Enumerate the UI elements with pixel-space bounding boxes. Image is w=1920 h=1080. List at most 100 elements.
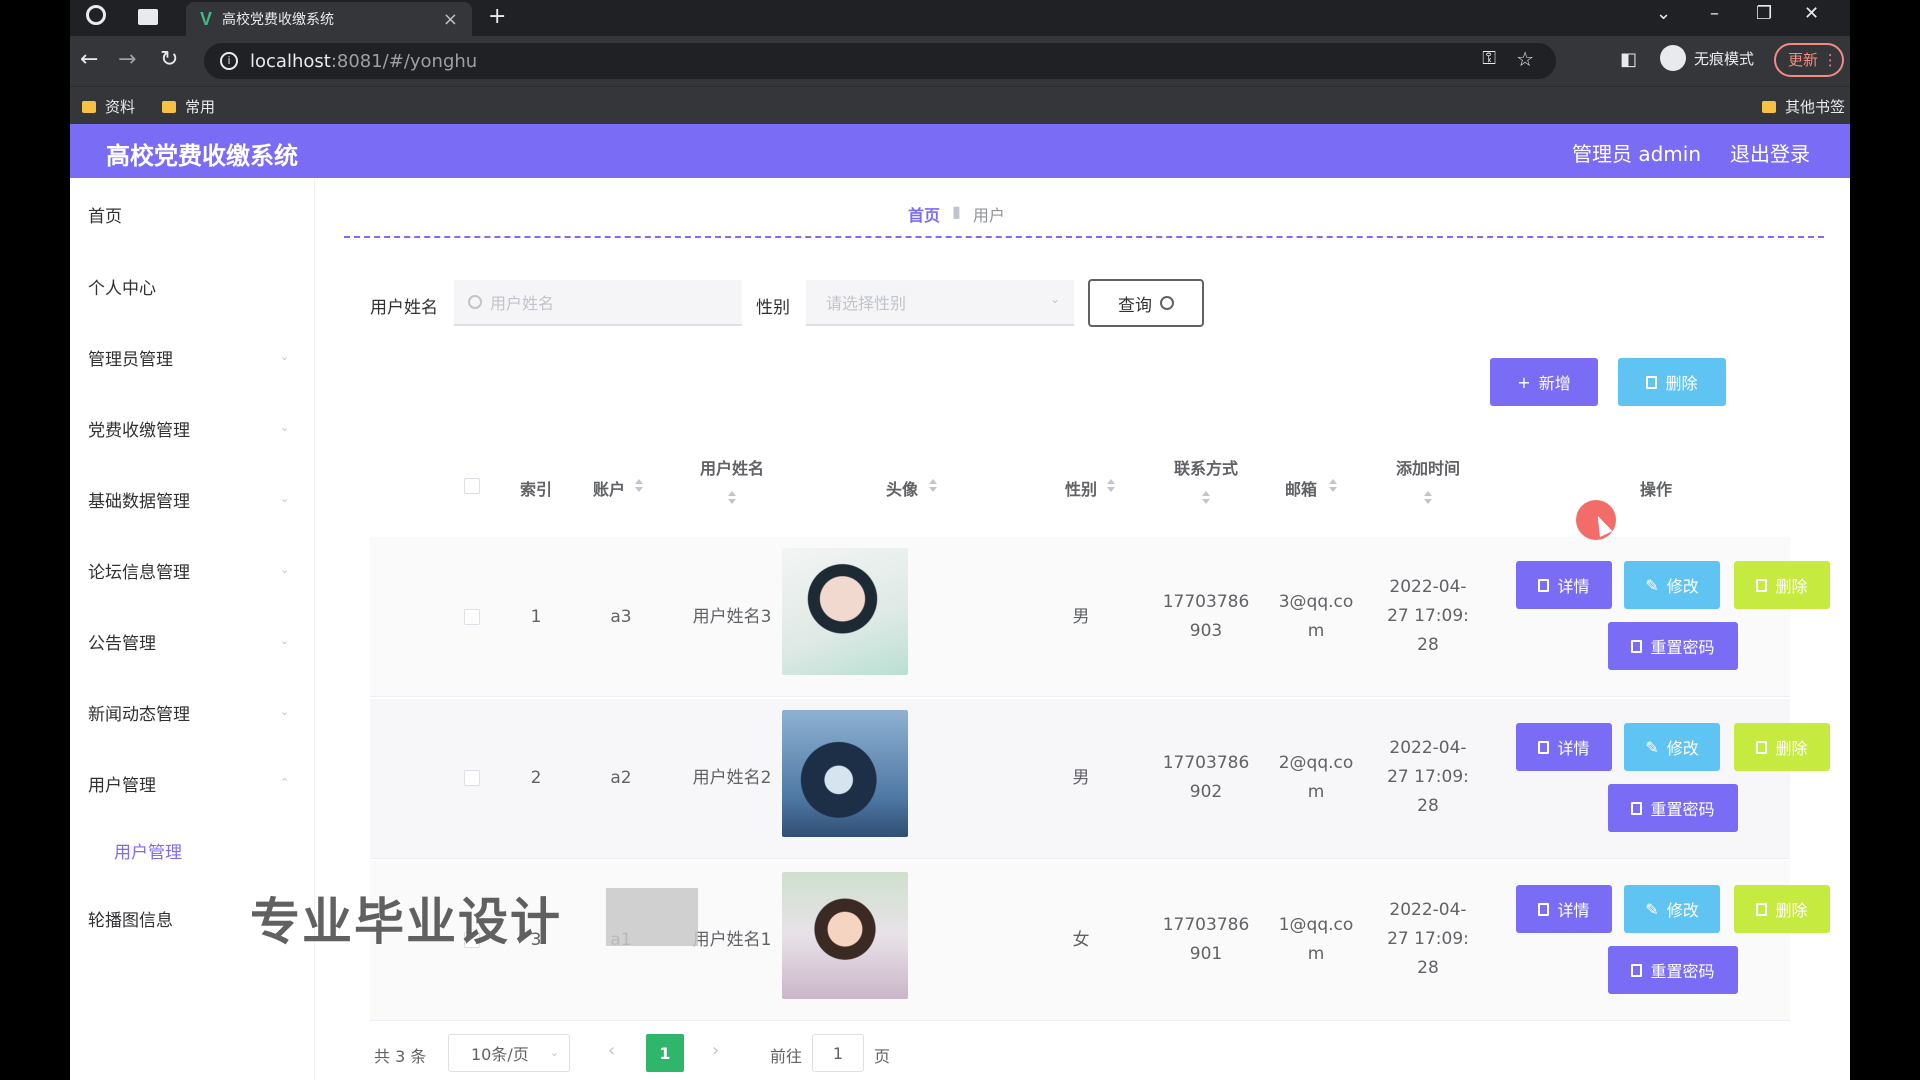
phone-line: 17703786 [1162, 753, 1250, 773]
sidebar-item-news[interactable]: 新闻动态管理 [88, 700, 190, 725]
incognito-indicator[interactable]: 无痕模式 [1660, 45, 1754, 71]
restore-icon[interactable]: ❐ [1756, 3, 1772, 24]
sidebar-item-dues[interactable]: 党费收缴管理 [88, 416, 190, 441]
sidebar-item-home[interactable]: 首页 [88, 202, 122, 227]
bookmark-star-icon[interactable]: ☆ [1516, 47, 1534, 71]
cell-added-time: 2022-04- 27 17:09: 28 [1378, 573, 1478, 660]
bookmarks-bar: 资料 常用 其他书签 [70, 86, 1850, 124]
browser-tab-active[interactable]: V 高校党费收缴系统 × [186, 2, 472, 36]
breadcrumb-separator-icon: ▮ [952, 202, 961, 221]
side-panel-icon[interactable]: ◧ [1620, 49, 1637, 70]
reset-password-button[interactable]: 重置密码 [1608, 622, 1738, 670]
breadcrumb-home[interactable]: 首页 [908, 202, 940, 226]
tab-search-icon[interactable] [138, 9, 158, 25]
detail-button[interactable]: 详情 [1516, 723, 1612, 771]
reset-password-button[interactable]: 重置密码 [1608, 784, 1738, 832]
gender-select[interactable]: 请选择性别 ⌄ [806, 280, 1074, 326]
detail-label: 详情 [1557, 901, 1590, 920]
sort-icon[interactable] [1423, 491, 1433, 505]
edit-button[interactable]: ✎ 修改 [1624, 885, 1720, 933]
back-icon[interactable]: ← [80, 47, 98, 72]
tab-list-chevron-icon[interactable]: ⌄ [1656, 3, 1671, 24]
page-size-select[interactable]: 10条/页 ⌄ [448, 1034, 570, 1072]
site-info-icon[interactable]: i [220, 52, 238, 70]
sidebar-item-notices[interactable]: 公告管理 [88, 629, 156, 654]
sort-icon[interactable] [1201, 491, 1211, 505]
sidebar-item-carousel[interactable]: 轮播图信息 [88, 906, 173, 931]
url-field[interactable]: i localhost:8081/#/yonghu ⚿ ☆ [204, 43, 1556, 79]
sort-icon[interactable] [1106, 479, 1116, 493]
new-tab-icon[interactable]: + [488, 4, 506, 29]
sidebar-subitem-user-management[interactable]: 用户管理 [114, 838, 182, 863]
sidebar-item-profile[interactable]: 个人中心 [88, 274, 156, 299]
select-all-checkbox[interactable] [464, 478, 480, 494]
minimize-icon[interactable]: – [1710, 3, 1719, 24]
reset-password-button[interactable]: 重置密码 [1608, 946, 1738, 994]
tab-title: 高校党费收缴系统 [222, 12, 335, 28]
name-search-input[interactable]: 用户姓名 [454, 280, 742, 326]
document-icon [1631, 801, 1643, 815]
update-button[interactable]: 更新 ⋮ [1774, 43, 1844, 77]
prev-page-icon[interactable]: ‹ [608, 1040, 615, 1061]
row-checkbox[interactable] [464, 609, 480, 625]
reload-icon[interactable]: ↻ [160, 47, 178, 72]
edit-button[interactable]: ✎ 修改 [1624, 723, 1720, 771]
sort-icon[interactable] [1328, 479, 1338, 493]
time-line: 28 [1417, 635, 1439, 655]
add-button[interactable]: + 新增 [1490, 358, 1598, 406]
reset-password-label: 重置密码 [1650, 638, 1715, 657]
forward-icon[interactable]: → [118, 47, 136, 72]
sort-icon[interactable] [928, 479, 938, 493]
sidebar-item-users[interactable]: 用户管理 [88, 771, 156, 796]
detail-button[interactable]: 详情 [1516, 885, 1612, 933]
delete-button[interactable]: 删除 [1734, 561, 1830, 609]
cell-name: 用户姓名3 [692, 607, 772, 627]
other-bookmarks[interactable]: 其他书签 [1762, 96, 1845, 117]
tab-close-icon[interactable]: × [443, 9, 458, 30]
window-close-icon[interactable]: ✕ [1804, 3, 1819, 24]
column-header-phone[interactable]: 联系方式 [1156, 455, 1256, 479]
bookmark-label: 资料 [105, 98, 136, 116]
time-line: 2022-04- [1389, 900, 1467, 920]
row-checkbox[interactable] [464, 770, 480, 786]
next-page-icon[interactable]: › [712, 1040, 719, 1061]
avatar[interactable] [782, 872, 908, 999]
delete-button[interactable]: 删除 [1734, 885, 1830, 933]
bookmark-folder-1[interactable]: 资料 [82, 96, 135, 117]
sort-icon[interactable] [634, 479, 644, 493]
bookmark-folder-2[interactable]: 常用 [162, 96, 215, 117]
key-icon[interactable]: ⚿ [1482, 48, 1496, 69]
edit-icon: ✎ [1645, 899, 1659, 919]
url-host: localhost [250, 50, 331, 72]
delete-button[interactable]: 删除 [1734, 723, 1830, 771]
detail-button[interactable]: 详情 [1516, 561, 1612, 609]
column-header-gender[interactable]: 性别 [1056, 476, 1106, 500]
query-button[interactable]: 查询 [1088, 279, 1204, 327]
column-header-added-time[interactable]: 添加时间 [1378, 455, 1478, 479]
column-header-operations: 操作 [1639, 480, 1672, 499]
sidebar-item-base-data[interactable]: 基础数据管理 [88, 487, 190, 512]
column-header-avatar[interactable]: 头像 [874, 476, 930, 500]
browser-menu-icon[interactable] [86, 5, 106, 25]
edit-button[interactable]: ✎ 修改 [1624, 561, 1720, 609]
page-size-value: 10条/页 [471, 1045, 529, 1064]
avatar[interactable] [782, 548, 908, 675]
column-header-account[interactable]: 账户 [584, 476, 634, 500]
logout-link[interactable]: 退出登录 [1730, 138, 1810, 167]
page-suffix-label: 页 [874, 1047, 891, 1066]
goto-page-input[interactable]: 1 [812, 1034, 864, 1072]
sidebar-item-admins[interactable]: 管理员管理 [88, 345, 173, 370]
edit-label: 修改 [1666, 739, 1699, 758]
column-header-name[interactable]: 用户姓名 [682, 455, 782, 479]
time-line: 27 17:09: [1387, 606, 1469, 626]
batch-delete-button[interactable]: 删除 [1618, 358, 1726, 406]
browser-window: V 高校党费收缴系统 × + ⌄ – ❐ ✕ ← → ↻ i localhost… [70, 0, 1850, 1080]
folder-icon [162, 100, 176, 113]
sort-icon[interactable] [727, 491, 737, 505]
avatar[interactable] [782, 710, 908, 837]
current-page-button[interactable]: 1 [646, 1034, 684, 1072]
column-header-email[interactable]: 邮箱 [1276, 476, 1326, 500]
sidebar-item-forum[interactable]: 论坛信息管理 [88, 558, 190, 583]
folder-icon [82, 100, 96, 113]
cell-email: 3@qq.co m [1266, 588, 1366, 646]
